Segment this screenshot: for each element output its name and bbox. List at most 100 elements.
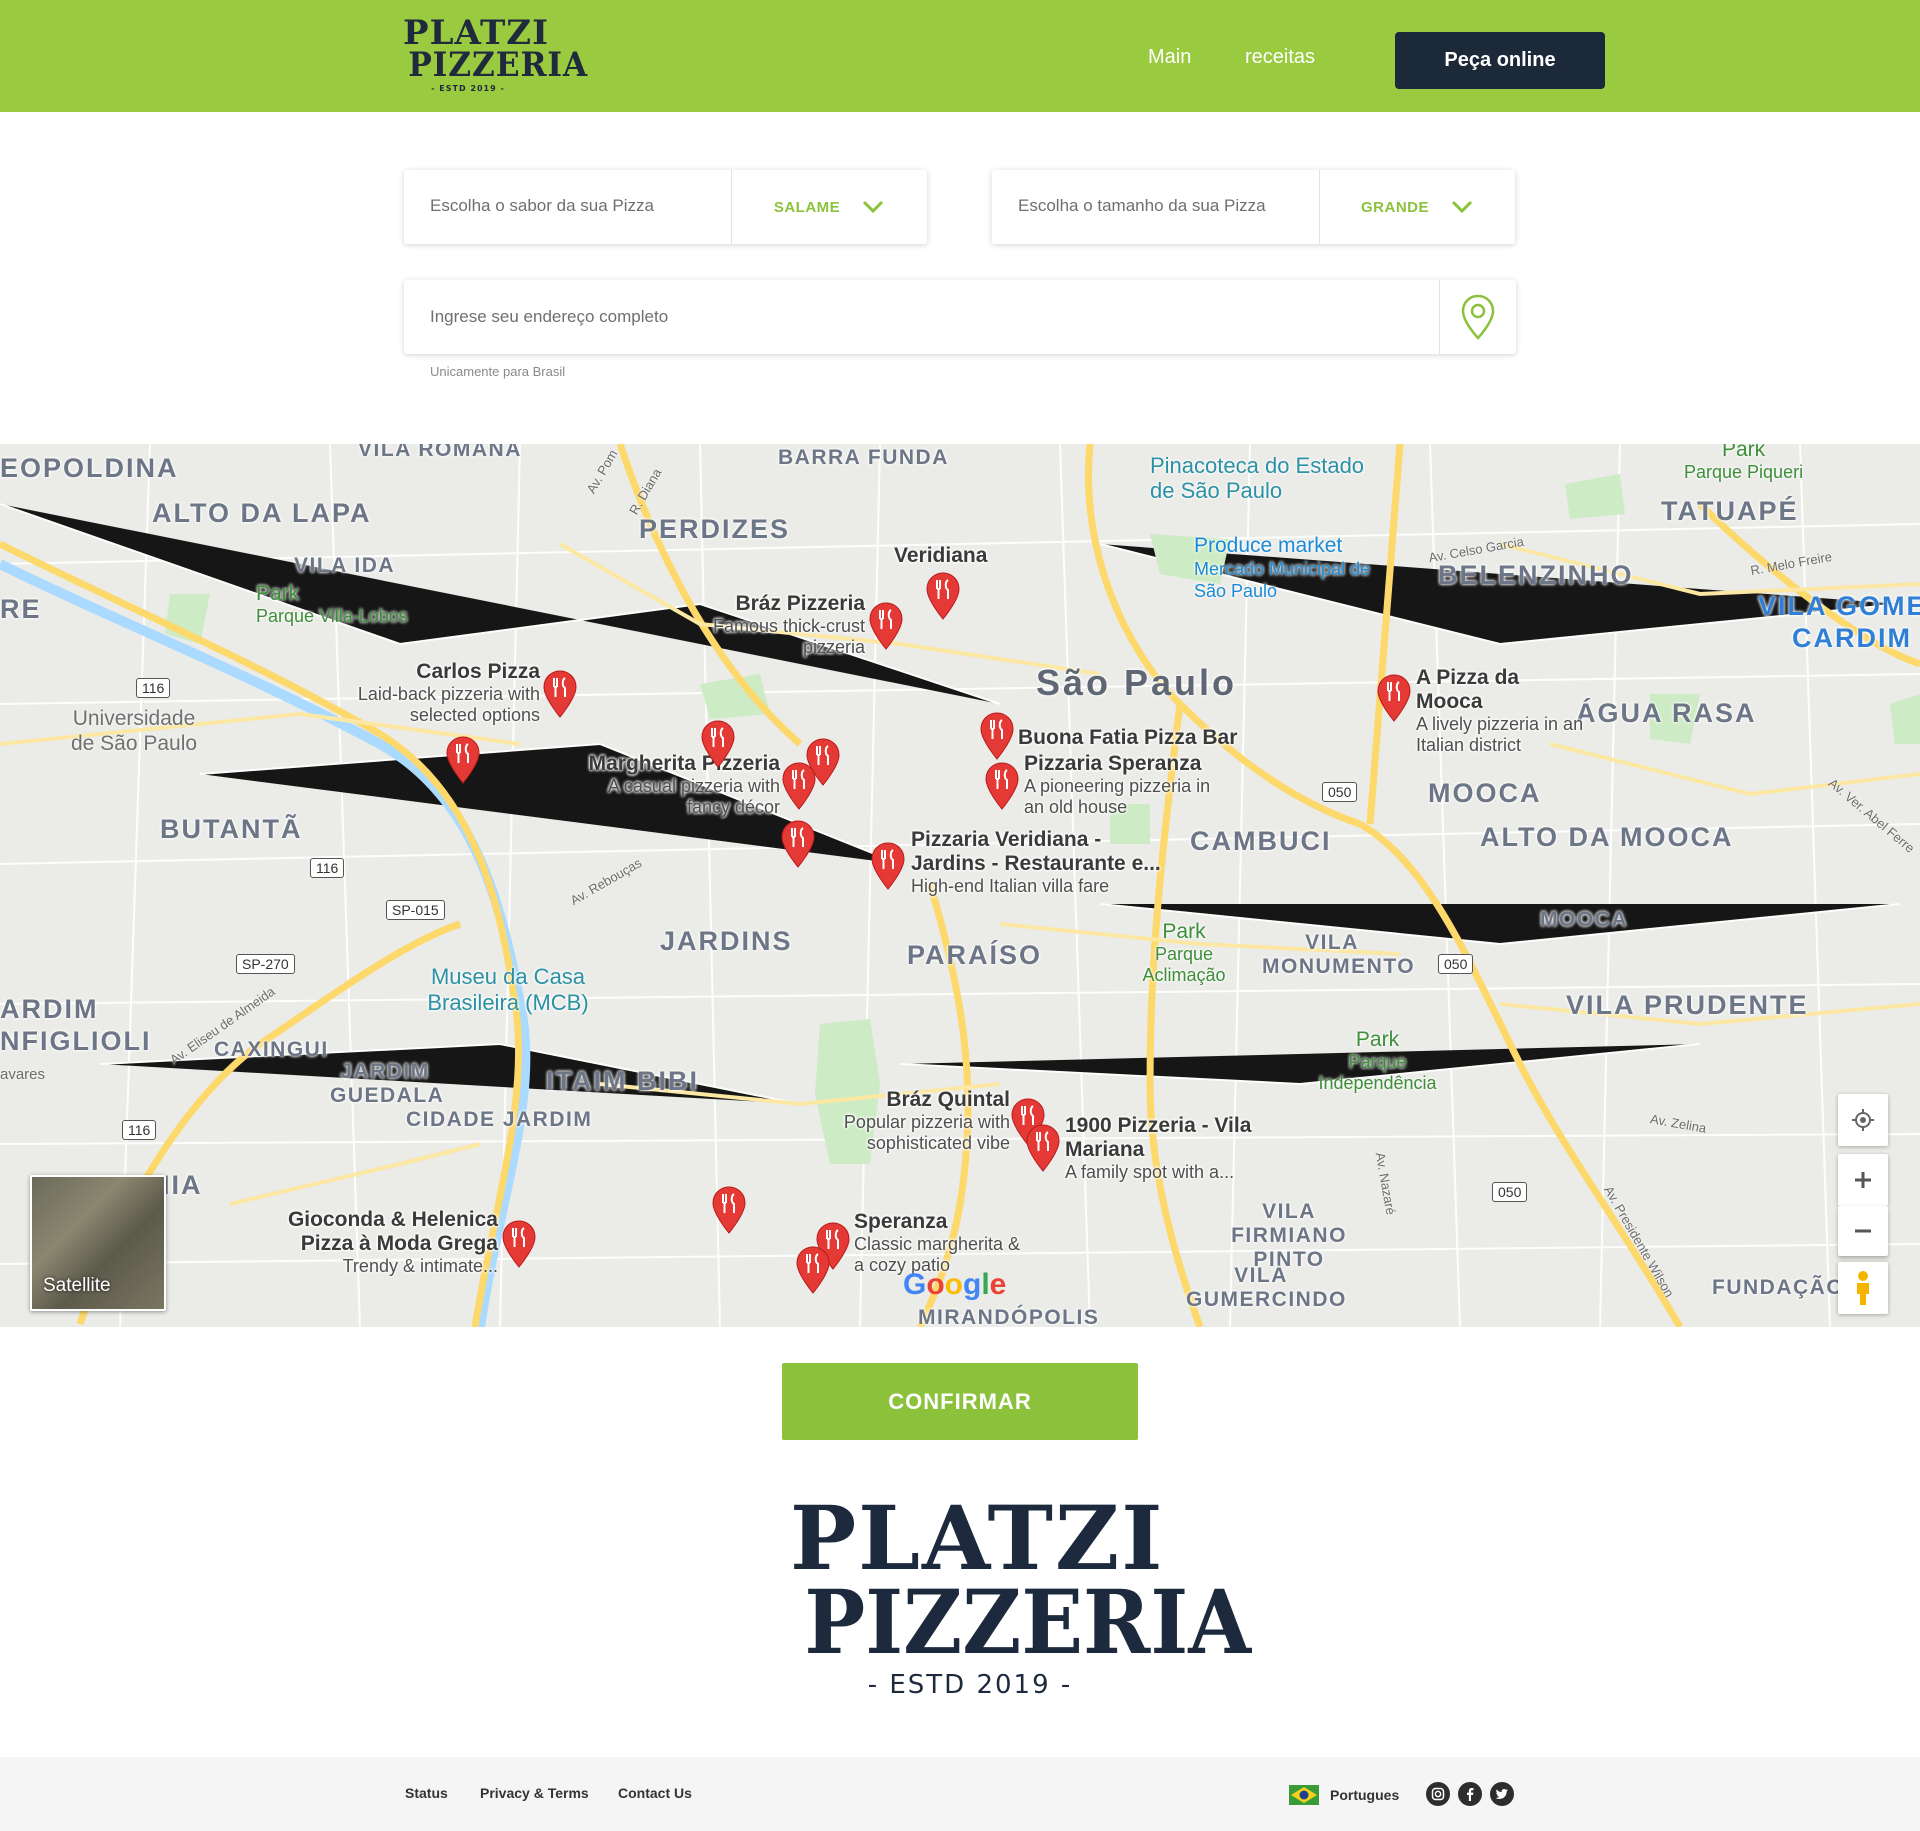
place-label: 1900 Pizzeria - Vila Mariana A family spo… [1065, 1114, 1255, 1183]
map-city-label: São Paulo [1036, 662, 1238, 703]
park-name: Park [1162, 920, 1206, 943]
highway-shield: 116 [136, 678, 171, 698]
highway-shield: 116 [310, 858, 345, 878]
place-description: A lively pizzeria in an Italian district [1416, 714, 1584, 755]
satellite-toggle[interactable]: Satellite [30, 1175, 166, 1311]
logo-line-3: - ESTD 2019 - [431, 84, 505, 93]
park-description: Parque Aclimação [1142, 944, 1226, 985]
header-logo[interactable]: PLATZI PIZZERIA - ESTD 2019 - [403, 12, 587, 100]
confirm-button[interactable]: CONFIRMAR [782, 1363, 1138, 1440]
restaurant-pin-icon[interactable] [712, 1186, 746, 1234]
restaurant-pin-icon[interactable] [782, 762, 816, 810]
restaurant-pin-icon[interactable] [869, 602, 903, 650]
map-district-label: BUTANTÃ [160, 814, 303, 844]
place-description: High-end Italian villa fare [911, 876, 1110, 896]
map-district-label: VILA IDA [294, 554, 396, 577]
highway-shield: SP-270 [236, 954, 295, 974]
restaurant-pin-icon[interactable] [980, 712, 1014, 760]
highway-shield: 050 [1438, 954, 1474, 974]
language-selector[interactable]: Portugues [1330, 1787, 1399, 1803]
place-label: Veridiana [894, 544, 987, 568]
flavor-dropdown[interactable]: SALAME [731, 170, 927, 244]
restaurant-pin-icon[interactable] [502, 1220, 536, 1268]
footer-link-privacy[interactable]: Privacy & Terms [480, 1785, 589, 1801]
site-header: PLATZI PIZZERIA - ESTD 2019 - Main recei… [0, 0, 1920, 112]
size-label: Escolha o tamanho da sua Pizza [1018, 196, 1266, 215]
place-description: Popular pizzeria with sophisticated vibe [843, 1112, 1010, 1153]
twitter-glyph [1495, 1789, 1508, 1799]
map-district-label: CIDADE JARDIM [406, 1108, 593, 1131]
restaurant-pin-icon[interactable] [796, 1246, 830, 1294]
size-select[interactable]: Escolha o tamanho da sua Pizza GRANDE [992, 170, 1515, 244]
flavor-value: SALAME [773, 198, 841, 216]
instagram-icon[interactable] [1426, 1782, 1450, 1806]
restaurant-pin-icon[interactable] [871, 842, 905, 890]
map[interactable]: EOPOLDINA VILA ROMANA BARRA FUNDA ALTO D… [0, 444, 1920, 1327]
size-dropdown[interactable]: GRANDE [1319, 170, 1515, 244]
place-description: A family spot with a... [1065, 1162, 1235, 1182]
instagram-glyph [1431, 1787, 1445, 1801]
zoom-in-button[interactable] [1838, 1154, 1888, 1206]
map-district-label: ALTO DA LAPA [152, 498, 372, 528]
poi-label: Mercado Municipal de São Paulo [1194, 559, 1371, 601]
satellite-label: Satellite [43, 1275, 111, 1296]
facebook-icon[interactable] [1458, 1782, 1482, 1806]
restaurant-pin-icon[interactable] [446, 736, 480, 784]
highway-shield: SP-015 [386, 900, 445, 920]
twitter-icon[interactable] [1490, 1782, 1514, 1806]
restaurant-pin-icon[interactable] [926, 572, 960, 620]
pegman-icon [1857, 1271, 1869, 1305]
restaurant-pin-icon[interactable] [1377, 674, 1411, 722]
place-description: A pioneering pizzeria in an old house [1024, 776, 1211, 817]
restaurant-pin-icon[interactable] [543, 670, 577, 718]
nav-link-receitas[interactable]: receitas [1245, 46, 1315, 69]
map-district-label: BELENZINHO [1438, 560, 1634, 590]
flavor-select[interactable]: Escolha o sabor da sua Pizza SALAME [404, 170, 927, 244]
address-field-card [404, 280, 1516, 354]
place-description: Laid-back pizzeria with selected options [357, 684, 540, 725]
place-name: Bráz Quintal [886, 1088, 1010, 1111]
minus-icon [1855, 1229, 1871, 1233]
nav-link-main[interactable]: Main [1148, 46, 1191, 69]
place-name: 1900 Pizzeria - Vila Mariana [1065, 1114, 1252, 1161]
place-name: Carlos Pizza [416, 660, 540, 683]
place-label: A Pizza da Mooca A lively pizzeria in an … [1416, 666, 1591, 756]
street-view-button[interactable] [1838, 1262, 1888, 1314]
map-district-label: IIA [162, 1170, 203, 1200]
footer-link-status[interactable]: Status [405, 1785, 448, 1801]
restaurant-pin-icon[interactable] [985, 762, 1019, 810]
place-name: Pizzaria Speranza [1024, 752, 1202, 775]
locate-button[interactable] [1440, 280, 1516, 354]
chevron-down-icon [1451, 200, 1473, 214]
map-district-label: CAXINGUI [214, 1038, 329, 1061]
crosshair-icon [1852, 1109, 1874, 1131]
place-label: Pizzaria Speranza A pioneering pizzeria i… [1024, 752, 1224, 818]
place-description: A casual pizzeria with fancy décor [607, 776, 780, 817]
logo-line-3: - ESTD 2019 - [867, 1670, 1073, 1700]
order-online-button[interactable]: Peça online [1395, 32, 1605, 89]
park-label: Park Parque Piqueri [1684, 444, 1803, 483]
restaurant-pin-icon[interactable] [781, 820, 815, 868]
park-name: Park [1721, 444, 1766, 461]
size-value: GRANDE [1360, 198, 1429, 216]
place-description: Famous thick-crust pizzeria [712, 616, 865, 657]
address-input[interactable] [404, 280, 1439, 354]
footer-logo: PLATZI PIZZERIA - ESTD 2019 - [790, 1480, 1252, 1710]
map-district-label: NFIGLIOLI [0, 1026, 152, 1056]
map-district-label: VILA MONUMENTO [1262, 931, 1416, 978]
my-location-button[interactable] [1838, 1094, 1888, 1146]
zoom-out-button[interactable] [1838, 1206, 1888, 1256]
place-label: Bráz Pizzeria Famous thick-crust pizzeria [690, 592, 865, 658]
restaurant-pin-icon[interactable] [701, 720, 735, 768]
map-district-label: CAMBUCI [1190, 826, 1332, 856]
restaurant-pin-icon[interactable] [1026, 1124, 1060, 1172]
place-label: Pizzaria Veridiana - Jardins - Restauran… [911, 828, 1181, 897]
highway-shield: 050 [1322, 782, 1358, 802]
logo-line-2: PIZZERIA [804, 1570, 1252, 1674]
map-district-label: ALTO DA MOOCA [1480, 822, 1734, 852]
place-name: Buona Fatia Pizza Bar [1018, 726, 1238, 749]
map-district-label: EOPOLDINA [0, 453, 179, 483]
park-description: Parque Villa-Lobos [256, 606, 408, 626]
google-logo: Google [903, 1268, 1007, 1301]
footer-link-contact[interactable]: Contact Us [618, 1785, 692, 1801]
